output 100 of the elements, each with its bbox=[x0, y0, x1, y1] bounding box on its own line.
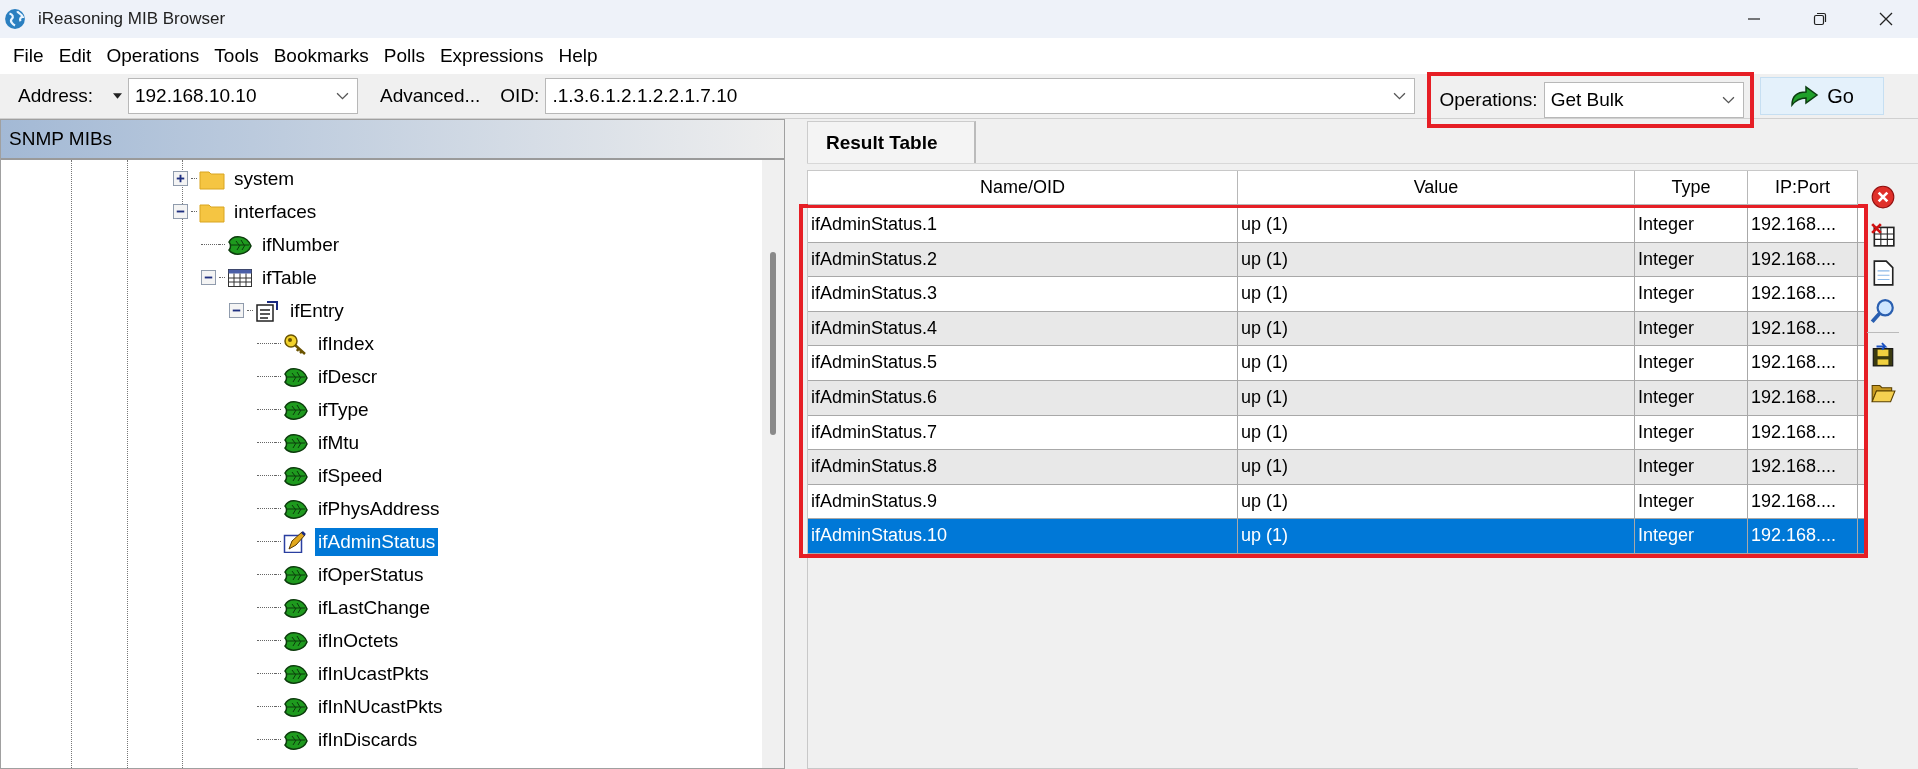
table-cell: Integer bbox=[1635, 484, 1748, 519]
oid-label: OID: bbox=[499, 85, 541, 107]
table-cell: ifAdminStatus.9 bbox=[808, 484, 1238, 519]
save-icon[interactable] bbox=[1870, 341, 1896, 367]
table-cell: ifAdminStatus.8 bbox=[808, 450, 1238, 484]
menu-item[interactable]: Operations bbox=[99, 43, 208, 69]
table-cell: Integer bbox=[1635, 242, 1748, 277]
table-cell: ifAdminStatus.2 bbox=[808, 242, 1238, 277]
menu-item[interactable]: Edit bbox=[51, 43, 100, 69]
address-field[interactable]: 192.168.10.10 bbox=[128, 78, 358, 114]
tree-item[interactable]: ifInDiscards bbox=[315, 725, 421, 754]
stop-icon[interactable] bbox=[1870, 184, 1896, 210]
leaf-icon bbox=[283, 662, 309, 685]
table-cell: up (1) bbox=[1238, 519, 1635, 553]
table-row[interactable]: ifAdminStatus.2 up (1) Integer 192.168.... bbox=[808, 242, 1864, 278]
table-cell: ifAdminStatus.3 bbox=[808, 277, 1238, 311]
tab[interactable]: Result Table bbox=[807, 121, 976, 163]
table-cell: ifAdminStatus.6 bbox=[808, 380, 1238, 415]
leaf-icon bbox=[283, 728, 309, 751]
table-cell: Integer bbox=[1635, 277, 1748, 311]
table-cell: up (1) bbox=[1238, 311, 1635, 346]
column-header[interactable]: Type bbox=[1635, 171, 1748, 205]
table-cell: up (1) bbox=[1238, 277, 1635, 311]
table-row[interactable]: ifAdminStatus.1 up (1) Integer 192.168.... bbox=[808, 208, 1864, 243]
leaf-icon bbox=[283, 629, 309, 652]
leaf-icon bbox=[283, 497, 309, 520]
table-row[interactable]: ifAdminStatus.5 up (1) Integer 192.168.... bbox=[808, 346, 1864, 381]
tree-item[interactable]: ifType bbox=[315, 395, 372, 424]
table-row[interactable]: ifAdminStatus.10 up (1) Integer 192.168.... bbox=[808, 519, 1864, 554]
table-cell: up (1) bbox=[1238, 484, 1635, 519]
panel-header: SNMP MIBs bbox=[1, 120, 784, 160]
tree-item[interactable]: ifTable bbox=[259, 263, 320, 292]
table-cell: ifAdminStatus.10 bbox=[808, 519, 1238, 553]
leaf-icon bbox=[283, 398, 309, 421]
table-cell: 192.168.... bbox=[1748, 346, 1858, 380]
chevron-down-icon bbox=[336, 91, 349, 101]
close-icon[interactable] bbox=[1878, 11, 1894, 27]
tree-item[interactable]: ifInOctets bbox=[315, 626, 402, 655]
menu-item[interactable]: Tools bbox=[207, 43, 267, 69]
table-cell: ifAdminStatus.1 bbox=[808, 208, 1238, 242]
menu-item[interactable]: Polls bbox=[376, 43, 433, 69]
table-cell: 192.168.... bbox=[1748, 380, 1858, 415]
table-cell: 192.168.... bbox=[1748, 519, 1858, 553]
leaf-icon bbox=[283, 563, 309, 586]
oid-field[interactable]: .1.3.6.1.2.1.2.2.1.7.10 bbox=[545, 78, 1416, 114]
tree-item[interactable]: ifAdminStatus bbox=[315, 527, 439, 556]
tree-item[interactable]: ifLastChange bbox=[315, 593, 433, 622]
menu-item[interactable]: Help bbox=[551, 43, 606, 69]
column-header[interactable]: Name/OID bbox=[808, 171, 1238, 205]
tree-item[interactable]: ifEntry bbox=[287, 296, 347, 325]
leaf-icon bbox=[283, 695, 309, 718]
tree-item[interactable]: ifOperStatus bbox=[315, 560, 427, 589]
tree-item[interactable]: ifMtu bbox=[315, 428, 363, 457]
tree-item[interactable]: ifNumber bbox=[259, 230, 343, 259]
table-cell: ifAdminStatus.4 bbox=[808, 311, 1238, 346]
menu-item[interactable]: File bbox=[6, 43, 52, 69]
leaf-icon bbox=[283, 431, 309, 454]
table-row[interactable]: ifAdminStatus.9 up (1) Integer 192.168.... bbox=[808, 484, 1864, 520]
tree-item[interactable]: ifInNUcastPkts bbox=[315, 692, 446, 721]
menu-item[interactable]: Expressions bbox=[432, 43, 552, 69]
table-cell: up (1) bbox=[1238, 208, 1635, 242]
column-header[interactable]: IP:Port bbox=[1748, 171, 1858, 205]
tree-item[interactable]: ifPhysAddress bbox=[315, 494, 443, 523]
tree-item[interactable]: interfaces bbox=[231, 197, 320, 226]
restore-icon[interactable] bbox=[1812, 11, 1828, 27]
tree-item[interactable]: ifSpeed bbox=[315, 461, 386, 490]
table-cell: up (1) bbox=[1238, 380, 1635, 415]
chevron-down-icon bbox=[1721, 95, 1735, 105]
table-cell: 192.168.... bbox=[1748, 311, 1858, 346]
table-row[interactable]: ifAdminStatus.3 up (1) Integer 192.168.... bbox=[808, 277, 1864, 312]
tree-item[interactable]: ifDescr bbox=[315, 362, 381, 391]
table-cell: ifAdminStatus.7 bbox=[808, 415, 1238, 450]
table-row[interactable]: ifAdminStatus.7 up (1) Integer 192.168.... bbox=[808, 415, 1864, 451]
form-icon bbox=[255, 299, 281, 322]
tree-item[interactable]: system bbox=[231, 164, 298, 193]
table-cell: Integer bbox=[1635, 208, 1748, 242]
search-icon[interactable] bbox=[1870, 298, 1896, 324]
table-icon bbox=[227, 266, 253, 289]
address-dropdown[interactable]: Address: bbox=[6, 81, 128, 111]
leaf-icon bbox=[283, 365, 309, 388]
tree-item[interactable]: ifInUcastPkts bbox=[315, 659, 432, 688]
go-button[interactable]: Go bbox=[1759, 77, 1884, 115]
expander-icon[interactable] bbox=[201, 270, 216, 285]
expander-icon[interactable] bbox=[173, 171, 188, 186]
table-row[interactable]: ifAdminStatus.6 up (1) Integer 192.168.... bbox=[808, 380, 1864, 416]
table-cell: 192.168.... bbox=[1748, 415, 1858, 450]
operations-dropdown[interactable]: Get Bulk bbox=[1543, 82, 1744, 118]
table-row[interactable]: ifAdminStatus.8 up (1) Integer 192.168.... bbox=[808, 450, 1864, 485]
tree-item[interactable]: ifIndex bbox=[315, 329, 377, 358]
chevron-down-icon bbox=[1393, 91, 1407, 101]
table-row[interactable]: ifAdminStatus.4 up (1) Integer 192.168.... bbox=[808, 311, 1864, 347]
column-header[interactable]: Value bbox=[1238, 171, 1635, 205]
expander-icon[interactable] bbox=[173, 204, 188, 219]
table-cell: 192.168.... bbox=[1748, 450, 1858, 484]
menu-item[interactable]: Bookmarks bbox=[266, 43, 377, 69]
leaf-icon bbox=[283, 464, 309, 487]
expander-icon[interactable] bbox=[229, 303, 244, 318]
clear-table-icon[interactable] bbox=[1870, 222, 1896, 248]
advanced-button[interactable]: Advanced... bbox=[358, 81, 499, 111]
scrollbar-thumb[interactable] bbox=[770, 252, 776, 435]
